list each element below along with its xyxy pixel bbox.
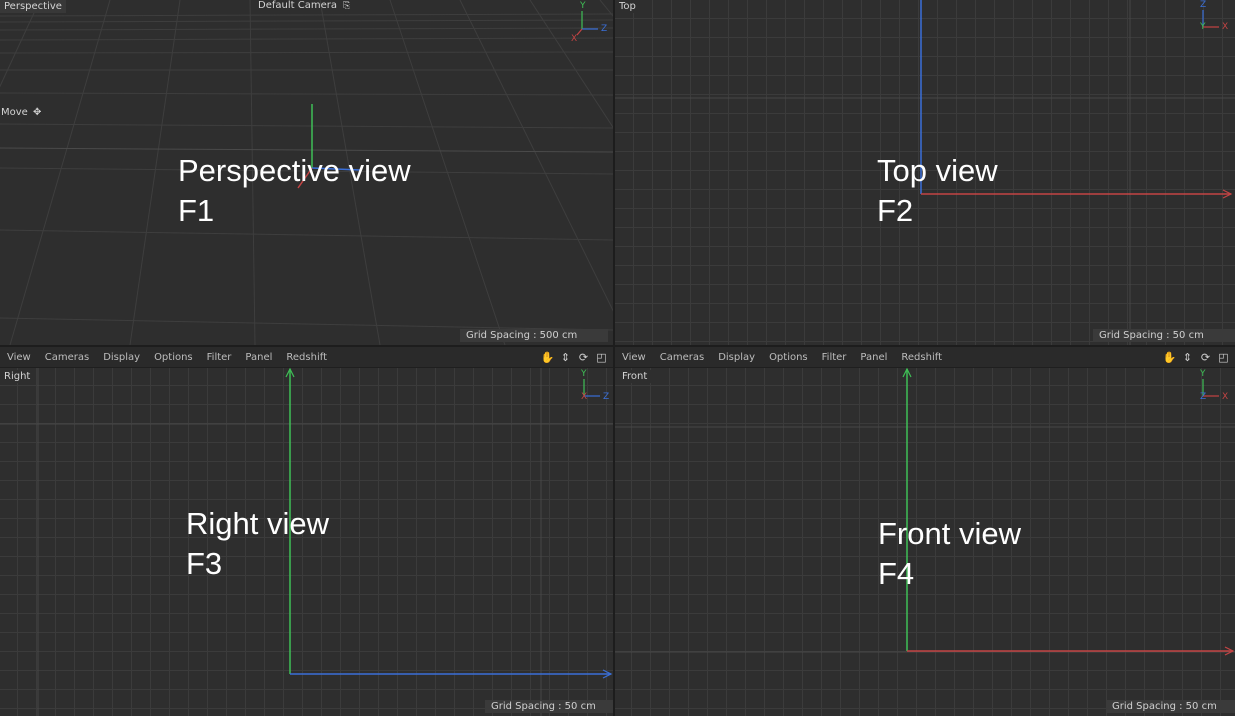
view-title-text: Right view: [186, 506, 329, 541]
camera-lock-icon[interactable]: ⎘: [343, 1, 350, 11]
view-title: Perspective view F1: [178, 151, 411, 231]
x-axis-label: X: [581, 392, 588, 402]
tool-label: Move ✥: [1, 107, 41, 118]
y-axis-label: Y: [1200, 369, 1206, 379]
viewport-name[interactable]: Perspective: [0, 0, 66, 13]
z-axis-label: Z: [1200, 392, 1207, 402]
axis-gizmo: Y Z X: [1193, 369, 1233, 409]
x-axis-label: X: [1222, 22, 1229, 32]
axis-gizmo: Y Z X: [570, 1, 610, 44]
y-axis-label: Y: [581, 369, 587, 379]
x-axis-label: X: [1222, 392, 1229, 402]
view-shortcut: F1: [178, 193, 215, 228]
right-viewport[interactable]: View Cameras Display Options Filter Pane…: [0, 347, 613, 716]
viewport-name[interactable]: Right: [0, 370, 35, 383]
view-shortcut: F2: [877, 193, 914, 228]
z-axis-label: Z: [601, 24, 608, 34]
view-title-text: Front view: [878, 516, 1021, 551]
tool-name: Move: [1, 107, 28, 118]
grid-spacing-label: Grid Spacing : 50 cm: [1093, 329, 1235, 342]
view-shortcut: F3: [186, 546, 223, 581]
z-axis-label: Z: [1200, 0, 1207, 10]
y-axis-label: Y: [1200, 22, 1206, 32]
axis-gizmo: Y X Z: [572, 369, 612, 409]
camera-name[interactable]: Default Camera: [258, 0, 337, 11]
top-viewport[interactable]: Top Z Y X Top view F2 Grid Spacing : 50 …: [615, 0, 1235, 345]
grid-spacing-label: Grid Spacing : 50 cm: [485, 700, 613, 713]
axis-gizmo-lines: [1202, 10, 1219, 28]
view-title-text: Perspective view: [178, 153, 411, 188]
camera-label[interactable]: Default Camera ⎘: [258, 0, 350, 11]
x-axis-label: X: [571, 34, 578, 44]
front-viewport[interactable]: View Cameras Display Options Filter Pane…: [615, 347, 1235, 716]
axis-gizmo: Z Y X: [1193, 0, 1233, 40]
viewport-name[interactable]: Top: [615, 0, 640, 13]
view-title-text: Top view: [877, 153, 998, 188]
axis-gizmo-lines: [1202, 379, 1219, 397]
view-title: Front view F4: [878, 514, 1021, 594]
perspective-viewport[interactable]: Perspective Default Camera ⎘ Move ✥ Y Z …: [0, 0, 613, 345]
grid-spacing-label: Grid Spacing : 50 cm: [1106, 700, 1235, 713]
viewport-name[interactable]: Front: [618, 370, 652, 383]
move-cross-icon: ✥: [33, 107, 42, 118]
view-title: Right view F3: [186, 504, 329, 584]
grid-spacing-label: Grid Spacing : 500 cm: [460, 329, 608, 342]
y-axis-label: Y: [580, 1, 586, 11]
view-shortcut: F4: [878, 556, 915, 591]
z-axis-label: Z: [603, 392, 610, 402]
axis-gizmo-lines: [583, 379, 600, 397]
view-title: Top view F2: [877, 151, 998, 231]
